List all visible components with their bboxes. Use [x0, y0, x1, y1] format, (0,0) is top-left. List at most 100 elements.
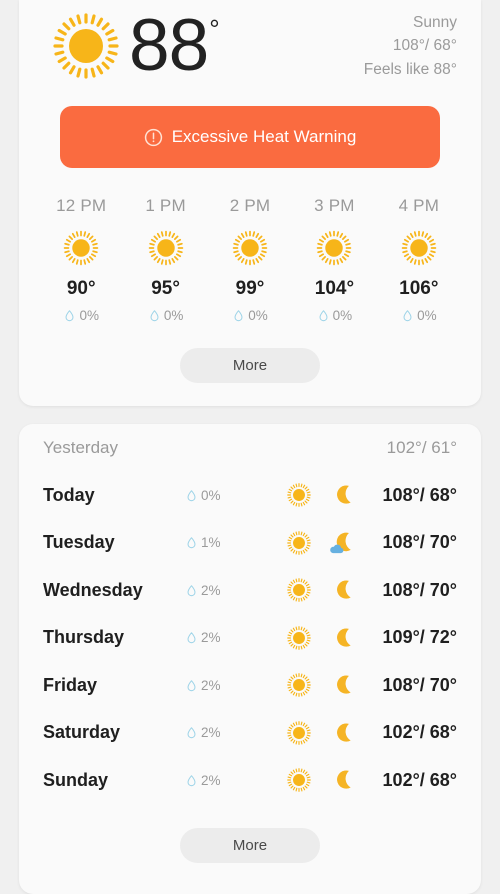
daily-high-low: 102°/ 68° [382, 722, 457, 743]
yesterday-label: Yesterday [43, 437, 118, 457]
sun-icon [208, 225, 292, 271]
daily-day-label: Sunday [43, 769, 109, 790]
daily-row-yesterday[interactable]: Yesterday 102°/ 61° [43, 424, 457, 472]
daily-condition-icons [271, 577, 369, 603]
hourly-forecast-item[interactable]: 3 PM 104° 0% [292, 196, 376, 323]
sun-icon [286, 767, 312, 793]
daily-forecast-row[interactable]: Tuesday 1% 108°/ 70° [43, 519, 457, 567]
daily-precipitation: 0% [185, 488, 271, 503]
raindrop-icon [185, 726, 198, 739]
daily-precipitation-value: 1% [201, 535, 221, 551]
hourly-temperature: 99° [235, 278, 265, 299]
hourly-forecast-item[interactable]: 4 PM 106° 0% [377, 196, 461, 323]
moon-icon [328, 720, 354, 746]
hourly-time: 4 PM [398, 196, 440, 215]
hourly-forecast-strip: 12 PM 90° 0% 1 PM 95° 0% 2 PM 99° 0% 3 PM 104° 0% 4 … [39, 196, 461, 323]
daily-condition-icons [271, 530, 369, 556]
hourly-forecast-item[interactable]: 1 PM 95° 0% [123, 196, 207, 323]
daily-forecast-card: Yesterday 102°/ 61° Today 0% 108°/ 68° Tues… [19, 424, 481, 894]
raindrop-icon [148, 309, 161, 322]
hourly-forecast-item[interactable]: 12 PM 90° 0% [39, 196, 123, 323]
daily-precipitation: 2% [185, 678, 271, 693]
raindrop-icon [185, 774, 198, 787]
current-conditions-summary: Sunny 108°/ 68° Feels like 88° [364, 11, 457, 82]
current-temperature-degree: ° [209, 14, 220, 45]
daily-day-label: Thursday [43, 627, 125, 648]
sun-icon [292, 225, 376, 271]
sun-icon [286, 577, 312, 603]
raindrop-icon [63, 309, 76, 322]
daily-precipitation: 2% [185, 630, 271, 645]
current-feels-like: Feels like 88° [363, 60, 457, 78]
raindrop-icon [185, 631, 198, 644]
sun-icon [377, 225, 461, 271]
daily-day-label: Tuesday [43, 532, 115, 553]
daily-condition-icons [271, 672, 369, 698]
hourly-precipitation: 0% [377, 308, 461, 323]
sun-icon [286, 530, 312, 556]
daily-forecast-row[interactable]: Today 0% 108°/ 68° [43, 472, 457, 520]
hourly-time: 3 PM [314, 196, 355, 215]
daily-more-button[interactable]: More [180, 828, 320, 863]
moon-icon [328, 767, 354, 793]
moon-icon [328, 482, 354, 508]
hourly-precipitation-value: 0% [79, 308, 99, 323]
raindrop-icon [401, 309, 414, 322]
raindrop-icon [232, 309, 245, 322]
daily-high-low: 102°/ 68° [382, 769, 457, 790]
daily-rows-container: Today 0% 108°/ 68° Tuesday 1% 108°/ 70° Wednes… [43, 472, 457, 805]
daily-day-label: Saturday [43, 722, 121, 743]
hourly-temperature: 106° [399, 278, 439, 299]
raindrop-icon [185, 584, 198, 597]
sun-icon [286, 672, 312, 698]
current-conditions-card: 88 ° Sunny 108°/ 68° Feels like 88° Exce… [19, 0, 481, 406]
hourly-precipitation-value: 0% [332, 308, 353, 323]
daily-precipitation-value: 2% [201, 677, 221, 693]
daily-forecast-list: Yesterday 102°/ 61° Today 0% 108°/ 68° Tues… [19, 424, 481, 804]
daily-precipitation: 2% [185, 725, 271, 740]
hourly-precipitation: 0% [292, 308, 376, 323]
hourly-time: 1 PM [145, 196, 186, 215]
current-high-low: 108°/ 68° [392, 37, 457, 55]
daily-high-low: 109°/ 72° [382, 627, 457, 648]
moon-icon [328, 625, 354, 651]
daily-condition-icons [271, 482, 369, 508]
moon-icon [328, 577, 354, 603]
hourly-forecast-item[interactable]: 2 PM 99° 0% [208, 196, 292, 323]
hourly-precipitation-value: 0% [417, 308, 437, 323]
sun-icon [39, 225, 123, 271]
daily-forecast-row[interactable]: Wednesday 2% 108°/ 70° [43, 567, 457, 615]
hourly-time: 2 PM [229, 196, 271, 215]
daily-precipitation-value: 2% [201, 772, 221, 788]
hourly-more-button[interactable]: More [180, 348, 320, 383]
daily-precipitation: 1% [185, 535, 271, 550]
daily-high-low: 108°/ 70° [382, 579, 457, 600]
daily-forecast-row[interactable]: Thursday 2% 109°/ 72° [43, 614, 457, 662]
daily-precipitation-value: 2% [201, 725, 221, 741]
sun-icon [286, 625, 312, 651]
daily-precipitation-value: 2% [201, 582, 221, 598]
hourly-temperature: 104° [314, 278, 355, 299]
daily-forecast-row[interactable]: Saturday 2% 102°/ 68° [43, 709, 457, 757]
hourly-temperature: 95° [151, 278, 180, 299]
hourly-precipitation: 0% [208, 308, 292, 323]
daily-precipitation: 2% [185, 773, 271, 788]
current-temperature-value: 88 [129, 5, 209, 87]
daily-precipitation: 2% [185, 583, 271, 598]
alert-label: Excessive Heat Warning [171, 127, 357, 146]
hourly-temperature: 90° [66, 278, 96, 299]
sun-icon [286, 482, 312, 508]
daily-high-low: 108°/ 70° [382, 532, 457, 553]
moon-cloud-icon [328, 530, 354, 556]
excessive-heat-warning-banner[interactable]: Excessive Heat Warning [60, 106, 440, 168]
hourly-precipitation: 0% [123, 308, 207, 323]
daily-condition-icons [271, 767, 369, 793]
raindrop-icon [185, 536, 198, 549]
daily-day-label: Today [43, 484, 95, 505]
daily-high-low: 108°/ 70° [382, 674, 457, 695]
daily-forecast-row[interactable]: Sunday 2% 102°/ 68° [43, 757, 457, 805]
daily-precipitation-value: 2% [201, 630, 221, 646]
current-conditions-row: 88 ° Sunny 108°/ 68° Feels like 88° [19, 0, 481, 92]
daily-forecast-row[interactable]: Friday 2% 108°/ 70° [43, 662, 457, 710]
daily-high-low: 108°/ 68° [382, 484, 457, 505]
